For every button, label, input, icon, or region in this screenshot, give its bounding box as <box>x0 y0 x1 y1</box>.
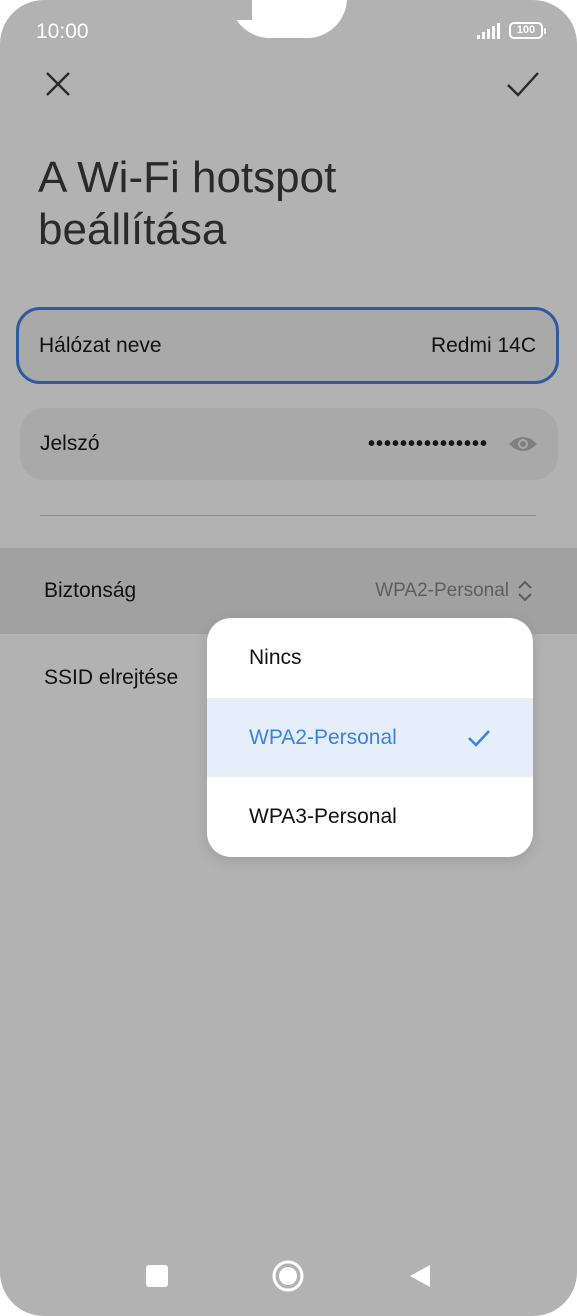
check-icon <box>468 729 490 747</box>
chevron-updown-icon <box>518 580 532 602</box>
signal-icon <box>477 22 500 39</box>
option-wpa3-personal[interactable]: WPA3-Personal <box>207 777 533 856</box>
option-label: Nincs <box>249 646 302 669</box>
check-icon <box>507 72 539 97</box>
divider <box>40 515 536 516</box>
square-icon <box>146 1265 168 1287</box>
back-icon <box>410 1265 430 1287</box>
network-name-value[interactable]: Redmi 14C <box>431 334 536 358</box>
network-name-label: Hálózat neve <box>39 333 162 357</box>
close-button[interactable] <box>36 62 80 106</box>
recent-apps-button[interactable] <box>139 1258 175 1294</box>
security-dropdown: Nincs WPA2-Personal WPA3-Personal <box>207 618 533 857</box>
status-icons: 100 <box>477 22 546 39</box>
confirm-button[interactable] <box>501 62 545 106</box>
option-nincs[interactable]: Nincs <box>207 618 533 698</box>
option-wpa2-personal[interactable]: WPA2-Personal <box>207 698 533 777</box>
home-icon <box>272 1260 304 1292</box>
password-label: Jelszó <box>40 432 100 455</box>
status-time: 10:00 <box>36 20 89 43</box>
eye-icon[interactable] <box>508 434 538 454</box>
password-value[interactable]: ••••••••••••••• <box>368 433 488 456</box>
ssid-hide-label[interactable]: SSID elrejtése <box>44 666 178 690</box>
back-button[interactable] <box>402 1258 438 1294</box>
password-field[interactable]: Jelszó ••••••••••••••• <box>20 408 558 480</box>
home-button[interactable] <box>270 1258 306 1294</box>
camera-notch <box>230 0 347 38</box>
close-icon <box>46 72 70 96</box>
network-name-field[interactable]: Hálózat neve Redmi 14C <box>16 307 559 384</box>
phone-screen: 10:00 100 A Wi-Fi hotspot beállítása Hál… <box>0 0 577 1316</box>
security-value: WPA2-Personal <box>375 580 509 601</box>
battery-icon: 100 <box>509 22 546 39</box>
page-title: A Wi-Fi hotspot beállítása <box>38 153 337 254</box>
option-label: WPA2-Personal <box>249 725 397 749</box>
option-label: WPA3-Personal <box>249 804 397 828</box>
security-label: Biztonság <box>44 579 137 602</box>
